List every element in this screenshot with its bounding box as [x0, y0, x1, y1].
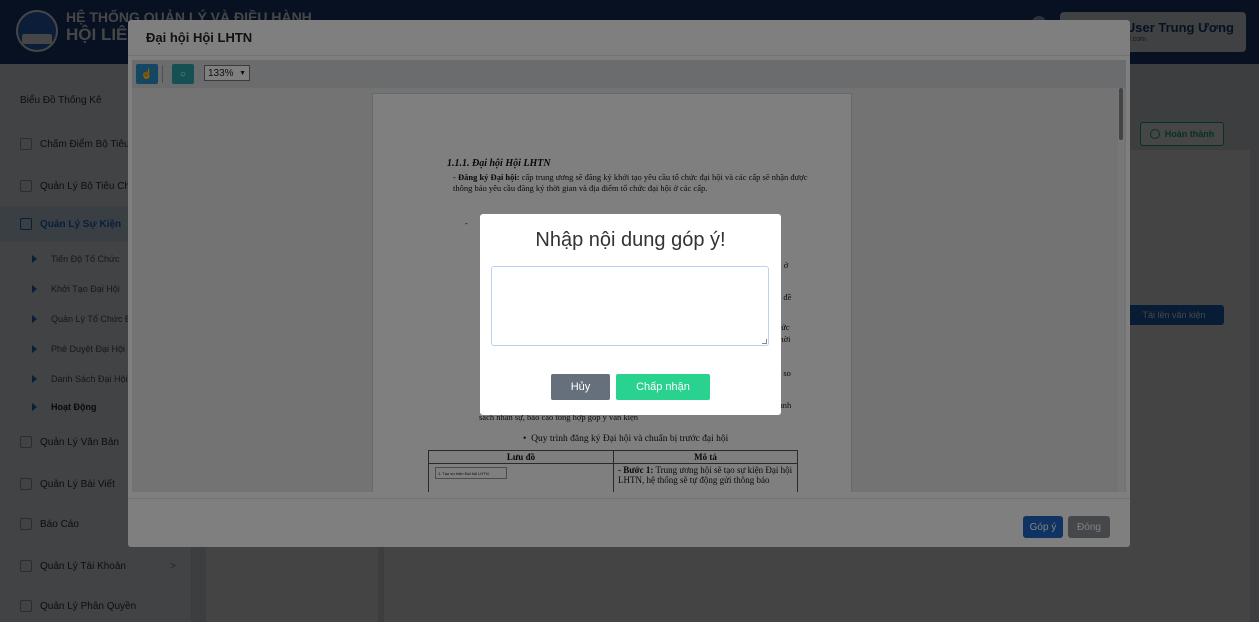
dialog-title: Nhập nội dung góp ý! — [535, 229, 726, 251]
cancel-button[interactable]: Hủy — [551, 374, 610, 400]
feedback-dialog: Nhập nội dung góp ý! Hủy Chấp nhận — [480, 214, 781, 415]
feedback-textarea[interactable] — [491, 266, 769, 346]
accept-button[interactable]: Chấp nhận — [616, 374, 710, 400]
resize-handle[interactable] — [762, 339, 767, 344]
accept-button-label: Chấp nhận — [636, 381, 690, 393]
cancel-button-label: Hủy — [570, 381, 591, 393]
